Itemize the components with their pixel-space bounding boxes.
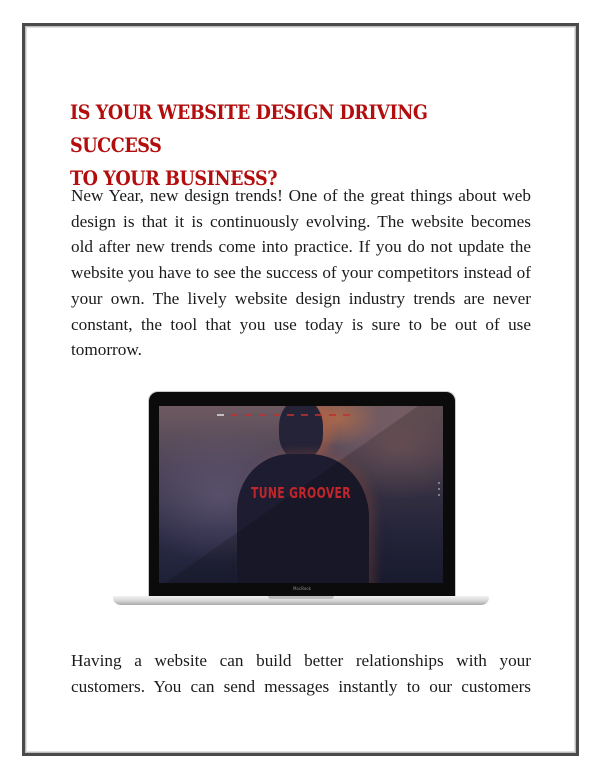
document-title: Is Your Website Design Driving Success t… [70, 96, 484, 195]
second-paragraph: Having a website can build better relati… [71, 651, 531, 696]
screen-nav-menu [217, 414, 350, 416]
screen-nav-item [329, 414, 336, 416]
device-label: MacBook [292, 586, 312, 591]
screen-nav-item [273, 414, 280, 416]
laptop-lid: TUNE GROOVER MacBook [149, 392, 455, 598]
screen-nav-item [217, 414, 224, 416]
screen-nav-item [245, 414, 252, 416]
screen-scroll-dots-icon [437, 482, 441, 496]
screen-nav-item [259, 414, 266, 416]
screen-nav-item [315, 414, 322, 416]
laptop-screen: TUNE GROOVER [159, 406, 443, 583]
title-line-1: Is Your Website Design Driving Success [70, 100, 428, 157]
screen-nav-item [287, 414, 294, 416]
screen-nav-item [301, 414, 308, 416]
screen-brand-logo: TUNE GROOVER [251, 484, 351, 502]
screen-nav-item [343, 414, 350, 416]
laptop-notch [268, 596, 334, 599]
screen-nav-item [231, 414, 238, 416]
laptop-illustration: TUNE GROOVER MacBook [113, 392, 489, 610]
intro-paragraph: New Year, new design trends! One of the … [71, 186, 531, 360]
